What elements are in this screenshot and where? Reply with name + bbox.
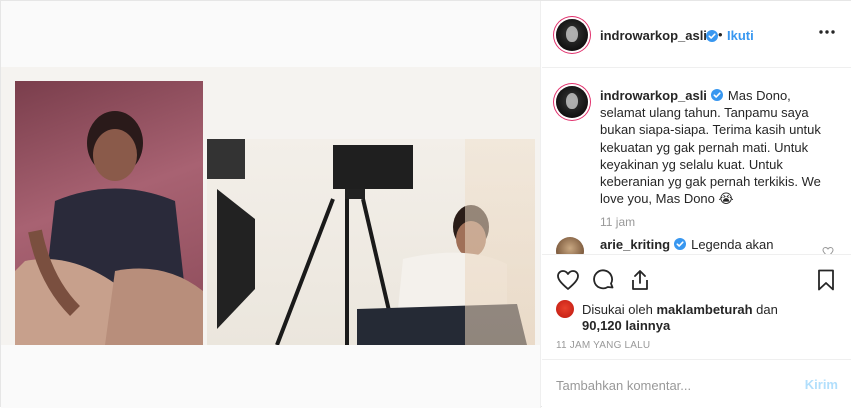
comment-text: Legenda akan	[691, 237, 774, 252]
post-timestamp[interactable]: 11 JAM YANG LALU	[556, 340, 650, 351]
photo-left-portrait	[15, 81, 203, 345]
comment-icon[interactable]	[592, 268, 616, 292]
bookmark-icon[interactable]	[814, 268, 838, 292]
send-button[interactable]: Kirim	[805, 377, 838, 392]
add-comment-section: Kirim	[542, 359, 851, 408]
comment-username[interactable]: arie_kriting	[600, 237, 670, 252]
post-side-panel: indrowarkop_asli • Ikuti indrowarkop_asl…	[542, 1, 851, 408]
caption-time[interactable]: 11 jam	[600, 215, 635, 229]
likes-count[interactable]: 90,120 lainnya	[582, 317, 670, 334]
verified-icon	[702, 28, 718, 46]
post-photo[interactable]	[1, 67, 540, 345]
author-avatar[interactable]	[556, 19, 588, 51]
heart-icon[interactable]	[556, 268, 580, 292]
caption-username[interactable]: indrowarkop_asli	[600, 88, 707, 103]
verified-icon	[674, 238, 687, 250]
share-icon[interactable]	[628, 268, 652, 292]
comment-item: arie_kriting Legenda akan	[600, 237, 774, 252]
separator-dot: •	[718, 27, 723, 42]
post-media[interactable]	[1, 1, 541, 408]
more-options-icon[interactable]	[818, 23, 836, 41]
instagram-post: indrowarkop_asli • Ikuti indrowarkop_asl…	[0, 0, 851, 408]
comment-like-heart-icon[interactable]	[822, 245, 834, 254]
verified-icon	[710, 89, 723, 101]
comment-input[interactable]	[556, 375, 776, 395]
follow-button[interactable]: Ikuti	[727, 28, 754, 43]
caption-text: Mas Dono, selamat ulang tahun. Tanpamu s…	[600, 88, 821, 207]
caption-avatar[interactable]	[556, 86, 588, 118]
comment-avatar[interactable]	[556, 237, 584, 254]
comments-section[interactable]: indrowarkop_asli Mas Dono, selamat ulang …	[542, 69, 851, 254]
likes-and: dan	[756, 302, 778, 317]
likes-prefix: Disukai oleh	[582, 302, 653, 317]
post-caption: indrowarkop_asli Mas Dono, selamat ulang …	[600, 87, 832, 207]
author-username[interactable]: indrowarkop_asli	[600, 28, 707, 43]
liker-avatar[interactable]	[556, 300, 574, 318]
post-header: indrowarkop_asli • Ikuti	[542, 1, 851, 68]
liked-by-username[interactable]: maklambeturah	[656, 302, 752, 317]
photo-right-camera	[207, 139, 535, 345]
